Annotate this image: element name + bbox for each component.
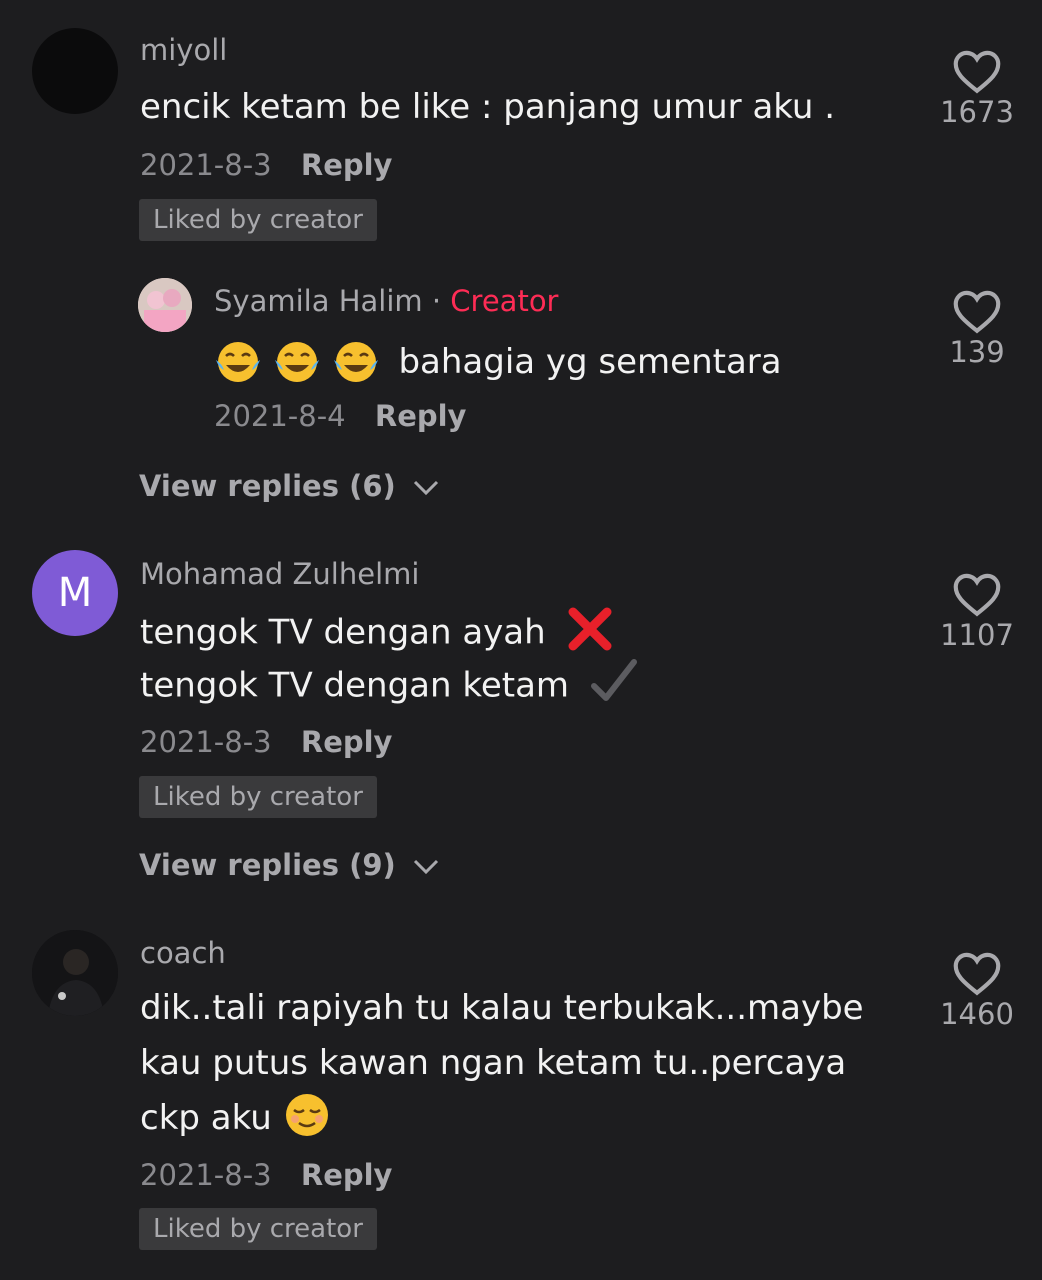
heart-icon [953,952,1001,996]
avatar-miyoll[interactable] [32,28,118,114]
tears-of-joy-emoji-icon [332,341,391,382]
like-count: 1460 [940,997,1014,1031]
reply-username-row: Syamila Halim · Creator [214,287,558,316]
comment-username[interactable]: miyoll [140,36,227,65]
liked-by-creator-badge: Liked by creator [139,199,377,241]
reply-button[interactable]: Reply [301,725,393,759]
like-count: 139 [949,335,1005,369]
avatar-syamila[interactable] [138,278,192,332]
avatar-mohamad-zulhelmi[interactable]: M [32,550,118,636]
comment-text-line-3: ckp aku [140,1093,331,1138]
comment-meta: 2021-8-3 Reply [140,1161,392,1190]
like-count: 1673 [940,95,1014,129]
like-button[interactable]: 1460 [922,950,1032,1029]
like-button[interactable]: 1673 [922,48,1032,127]
view-replies-label: View replies (9) [139,848,396,882]
comment-text: encik ketam be like : panjang umur aku . [140,87,836,127]
like-button[interactable]: 1107 [922,571,1032,650]
comment-username[interactable]: Mohamad Zulhelmi [140,560,419,589]
comment-meta: 2021-8-3 Reply [140,728,392,757]
cross-mark-icon [568,607,611,651]
check-mark-icon [590,659,637,701]
comment-date: 2021-8-3 [140,1158,272,1192]
reply-button[interactable]: Reply [301,1158,393,1192]
liked-by-creator-badge: Liked by creator [139,776,377,818]
comment-text-line-1: dik..tali rapiyah tu kalau terbukak...ma… [140,988,864,1028]
creator-label: Creator [450,284,559,318]
liked-by-creator-badge: Liked by creator [139,1208,377,1250]
comment-username[interactable]: coach [140,939,226,968]
comment-text: ckp aku [140,1098,272,1138]
like-button[interactable]: 139 [922,288,1032,367]
comment-date: 2021-8-3 [140,725,272,759]
comment-text: tengok TV dengan ayah [140,612,546,653]
chevron-down-icon [413,859,438,875]
comment-text: tengok TV dengan ketam [140,665,570,706]
like-count: 1107 [940,618,1014,652]
reply-username[interactable]: Syamila Halim [214,284,423,318]
heart-icon [953,50,1001,94]
separator-dot: · [431,284,442,318]
comment-date: 2021-8-3 [140,148,272,182]
heart-icon [953,573,1001,617]
tears-of-joy-emoji-icon [273,341,332,382]
relieved-face-emoji-icon [285,1093,328,1136]
reply-button[interactable]: Reply [301,148,393,182]
reply-date: 2021-8-4 [214,399,346,433]
view-replies-label: View replies (6) [139,469,396,503]
comment-meta: 2021-8-3 Reply [140,151,392,180]
reply-text: bahagia yg sementara [398,342,782,382]
comment-text-line-1: tengok TV dengan ayah [140,607,615,654]
view-replies-button[interactable]: View replies (9) [139,851,440,880]
comment-text-line-2: kau putus kawan ngan ketam tu..percaya [140,1043,847,1083]
reply-text-row: bahagia yg sementara [214,340,782,384]
chevron-down-icon [413,480,438,496]
reply-meta: 2021-8-4 Reply [214,402,466,431]
comment-text-line-2: tengok TV dengan ketam [140,659,638,706]
avatar-letter: M [57,570,93,616]
tears-of-joy-emoji-icon [214,341,273,382]
heart-icon [953,290,1001,334]
avatar-coach[interactable] [32,930,118,1016]
reply-button[interactable]: Reply [375,399,467,433]
view-replies-button[interactable]: View replies (6) [139,472,440,501]
